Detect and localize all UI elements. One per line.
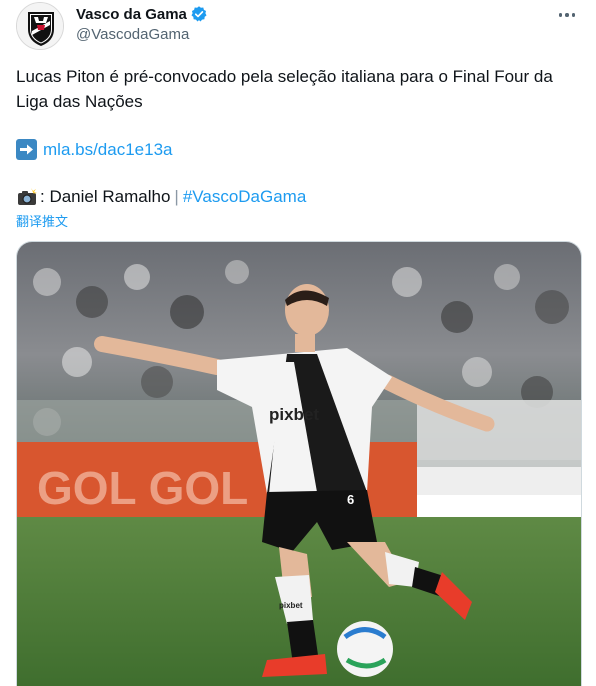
- more-options-icon[interactable]: [554, 4, 580, 26]
- tweet-text: Lucas Piton é pré-convocado pela seleção…: [16, 64, 581, 114]
- stadium-banner-text: GOL GOL: [37, 462, 248, 514]
- avatar[interactable]: [16, 2, 64, 50]
- tweet-link-line: mla.bs/dac1e13a: [16, 137, 172, 162]
- author-handle[interactable]: @VascodaGama: [76, 26, 189, 43]
- verified-badge-icon: [190, 5, 208, 23]
- translate-tweet-link[interactable]: 翻译推文: [16, 211, 68, 230]
- tweet-text-line: Lucas Piton é pré-convocado pela seleção…: [16, 67, 553, 111]
- author-name-row[interactable]: Vasco da Gama: [76, 5, 208, 23]
- vasco-crest-logo: [17, 3, 63, 49]
- camera-flash-emoji-icon: [16, 187, 38, 207]
- author-display-name[interactable]: Vasco da Gama: [76, 6, 187, 23]
- football-player-photo: GOL GOL pixbet 6 pixbet: [17, 242, 581, 686]
- tweet: Vasco da Gama @VascodaGama Lucas Piton é…: [0, 0, 596, 686]
- tweet-photo[interactable]: GOL GOL pixbet 6 pixbet: [16, 241, 582, 686]
- jersey-number-text: 6: [347, 492, 354, 507]
- hashtag-link[interactable]: #VascoDaGama: [183, 184, 306, 209]
- right-arrow-emoji-icon: [16, 139, 37, 160]
- photo-credit-text: : Daniel Ramalho: [40, 187, 171, 206]
- credit-separator: |: [174, 187, 179, 206]
- sock-sponsor-text: pixbet: [279, 601, 303, 610]
- tweet-link[interactable]: mla.bs/dac1e13a: [43, 137, 172, 162]
- photo-credit-line: : Daniel Ramalho | #VascoDaGama: [16, 184, 306, 209]
- jersey-sponsor-text: pixbet: [269, 405, 319, 424]
